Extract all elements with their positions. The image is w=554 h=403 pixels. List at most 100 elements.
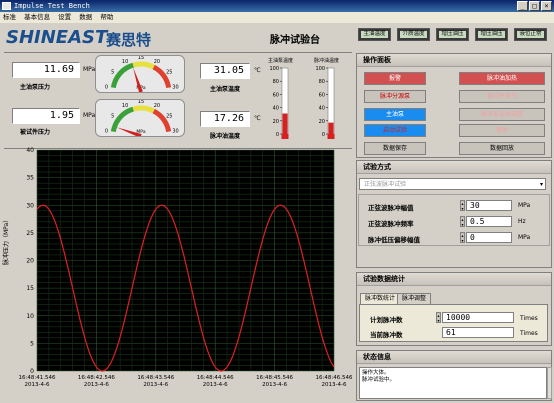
stats-title: 试验数据统计 xyxy=(357,273,551,286)
current-pulses-label: 当前脉冲数 xyxy=(370,331,403,339)
pulse-temp-thermo-title: 脉冲油温度 xyxy=(314,58,340,64)
chart-x-tick-date: 2013-4-6 xyxy=(25,382,50,388)
chart-y-tick-label: 30 xyxy=(26,202,34,209)
chart-y-tick-label: 20 xyxy=(26,258,34,265)
chart-y-tick-label: 25 xyxy=(26,230,34,237)
chart-x-tick-label: 16:48:41.546 xyxy=(19,375,56,381)
pulse-temp-thermometer: 100 80 60 40 20 0 xyxy=(315,66,335,139)
amplitude-label: 正弦波脉冲幅值 xyxy=(368,204,414,212)
menu-item-settings[interactable]: 设置 xyxy=(58,13,71,21)
pause-button[interactable]: 暂停 xyxy=(459,124,545,137)
frequency-spinner[interactable]: ▴ ▾ xyxy=(460,216,465,227)
chart-x-tick-date: 2013-4-6 xyxy=(322,382,347,388)
chart-x-tick-label: 16:48:43.546 xyxy=(137,375,174,381)
status-log: 操作大体。 脉冲试验中。 xyxy=(359,367,547,399)
save-data-button[interactable]: 数据保存 xyxy=(364,142,426,155)
thermometer-tick-label: 0 xyxy=(276,132,279,138)
thermometer-tick-label: 20 xyxy=(319,119,325,125)
main-temp-thermo-title: 主油泵温度 xyxy=(268,58,294,64)
thermometer-tick-label: 20 xyxy=(273,119,279,125)
thermometer-fill xyxy=(328,122,334,134)
planned-pulses-unit: Times xyxy=(520,315,538,322)
amplitude-unit: MPa xyxy=(518,202,531,209)
pulse-temp-unit: ℃ xyxy=(254,115,261,122)
window-titlebar: Impulse Test Bench _ □ × xyxy=(0,0,554,12)
window-title: Impulse Test Bench xyxy=(14,2,90,10)
planned-pulses-input[interactable]: 10000 xyxy=(442,312,514,323)
indicator-level-normal: 液位正常 xyxy=(514,28,547,41)
pulse-temp-label: 脉冲油温度 xyxy=(210,133,241,140)
gauge-tick-label: 0 xyxy=(105,85,108,91)
start-test-button[interactable]: 启动试验 xyxy=(364,124,426,137)
test-pressure-gauge-dial: 051015202530MPa xyxy=(105,100,179,136)
main-pressure-readout: 11.69 xyxy=(12,62,80,78)
offset-unit: MPa xyxy=(518,234,531,241)
status-title: 状态信息 xyxy=(357,351,551,364)
replay-data-button[interactable]: 数据回放 xyxy=(459,142,545,155)
test-pressure-unit: MPa xyxy=(83,112,96,119)
indicator-medium-temp: 介质温度 xyxy=(397,28,430,41)
status-indicators: 主油温度 介质温度 增压油压 增压油压 液位正常 xyxy=(356,26,552,44)
planned-pulses-spinner[interactable]: ▴ ▾ xyxy=(436,312,441,323)
gauge-tick-label: 5 xyxy=(111,113,114,119)
main-pressure-unit: MPa xyxy=(83,66,96,73)
thermometer-tick-label: 40 xyxy=(319,106,325,112)
main-pump-button[interactable]: 主油泵 xyxy=(364,108,426,121)
chart-x-tick-date: 2013-4-6 xyxy=(143,382,168,388)
pulse-safety-valve-button[interactable]: 脉冲安全阀调整 xyxy=(459,108,545,121)
thermometer-bulb xyxy=(281,134,289,139)
chart-y-tick-label: 40 xyxy=(26,147,34,154)
chart-x-tick-date: 2013-4-6 xyxy=(84,382,109,388)
gauge-tick-label: 0 xyxy=(105,129,108,135)
test-pressure-readout: 1.95 xyxy=(12,108,80,124)
pulse-oil-heat-button[interactable]: 脉冲油加热 xyxy=(459,72,545,85)
test-mode-select[interactable]: 正弦波脉冲试验 ▾ xyxy=(359,178,546,190)
thermometer-tick-label: 80 xyxy=(273,79,279,85)
gauge-tick-label: 30 xyxy=(172,85,178,91)
status-scrollbar[interactable] xyxy=(547,367,552,399)
offset-spinner[interactable]: ▴ ▾ xyxy=(460,232,465,243)
gauge-band xyxy=(110,106,135,133)
pulse-source-pump-button[interactable]: 脉冲分源泵 xyxy=(364,90,426,103)
main-temp-readout: 31.05 xyxy=(200,63,250,79)
menu-item-data[interactable]: 数据 xyxy=(79,13,92,21)
thermometer-tick-label: 40 xyxy=(273,106,279,112)
amplitude-input[interactable]: 30 xyxy=(466,200,512,211)
maximize-button[interactable]: □ xyxy=(529,1,540,11)
close-button[interactable]: × xyxy=(541,1,552,11)
menu-item-basic-info[interactable]: 基本信息 xyxy=(24,13,50,21)
menu-item-standard[interactable]: 标准 xyxy=(3,13,16,21)
test-pressure-label: 被试件压力 xyxy=(20,129,51,136)
thermometer-tick-label: 80 xyxy=(319,79,325,85)
chart-y-tick-label: 5 xyxy=(30,340,34,347)
chart-x-tick-label: 16:48:46.546 xyxy=(316,375,352,381)
gauge-tick-label: 10 xyxy=(122,59,128,65)
main-pressure-gauge: 051015202530MPa xyxy=(95,55,185,93)
frequency-label: 正弦波脉冲频率 xyxy=(368,220,414,228)
tab-pulse-count[interactable]: 脉冲数统计 xyxy=(360,293,401,304)
offset-label: 脉冲低压偏移幅值 xyxy=(368,236,420,244)
thermometer-tick-label: 100 xyxy=(315,66,325,72)
alarm-button[interactable]: 报警 xyxy=(364,72,426,85)
chevron-down-icon[interactable]: ▾ xyxy=(540,179,543,190)
pressure-chart: 403530252015105016:48:41.5462013-4-616:4… xyxy=(19,147,352,388)
gauge-tick-label: 25 xyxy=(166,113,172,119)
amplitude-spinner[interactable]: ▴ ▾ xyxy=(460,200,465,211)
specimen-bleed-button[interactable]: 被试件排气 xyxy=(459,90,545,103)
gauge-tick-label: 5 xyxy=(111,69,114,75)
offset-input[interactable]: 0 xyxy=(466,232,512,243)
frequency-unit: Hz xyxy=(518,218,526,225)
brand-logo-cn: 赛思特 xyxy=(106,31,152,49)
thermometer-tick-label: 100 xyxy=(269,66,279,72)
indicator-main-oil-temp: 主油温度 xyxy=(358,28,391,41)
menu-item-help[interactable]: 帮助 xyxy=(100,13,113,21)
gauge-tick-label: 20 xyxy=(154,59,160,65)
test-mode-title: 试验方式 xyxy=(357,161,551,174)
minimize-button[interactable]: _ xyxy=(517,1,528,11)
pulse-temp-readout: 17.26 xyxy=(200,111,250,127)
gauge-tick-label: 10 xyxy=(122,103,128,109)
frequency-input[interactable]: 0.5 xyxy=(466,216,512,227)
current-pulses-value: 61 xyxy=(442,327,514,338)
thermometer-tick-label: 60 xyxy=(273,92,279,98)
tab-pulse-adjust[interactable]: 脉冲调整 xyxy=(397,293,432,304)
